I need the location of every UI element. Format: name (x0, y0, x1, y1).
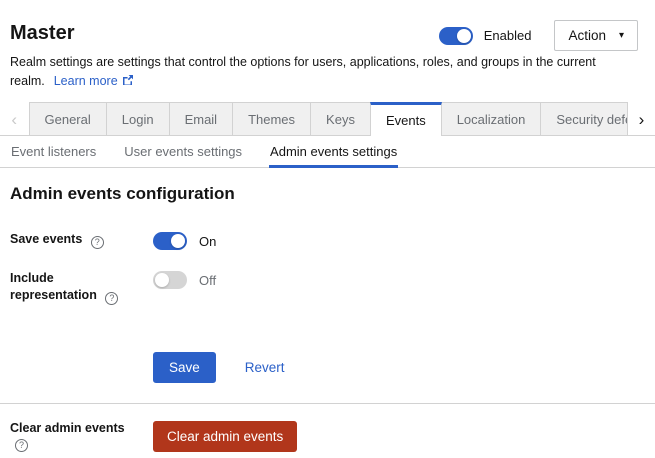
clear-admin-events-label-group: Clear admin events ? (10, 421, 143, 452)
include-representation-toggle[interactable] (153, 271, 187, 289)
external-link-icon (122, 74, 134, 86)
tab-keys[interactable]: Keys (310, 102, 371, 136)
include-representation-label: Include representation (10, 271, 97, 302)
revert-link[interactable]: Revert (245, 360, 285, 375)
section-title: Admin events configuration (10, 183, 639, 205)
tab-label: Themes (248, 112, 295, 127)
form-actions: Save Revert (143, 352, 639, 383)
help-icon[interactable]: ? (105, 292, 118, 305)
tab-label: Security defens (556, 112, 628, 127)
tab-scroll-left-button[interactable]: ‹ (0, 102, 29, 136)
include-representation-row: Include representation ? Off (10, 270, 639, 305)
realm-settings-page: Master Enabled Action ▾ Realm settings a… (0, 0, 655, 458)
realm-description: Realm settings are settings that control… (10, 53, 630, 91)
chevron-left-icon: ‹ (11, 111, 17, 128)
caret-down-icon: ▾ (619, 31, 624, 41)
section-divider (0, 403, 655, 404)
save-button[interactable]: Save (153, 352, 216, 383)
save-events-control: On (153, 231, 216, 250)
tab-label: Localization (457, 112, 526, 127)
help-icon[interactable]: ? (91, 236, 104, 249)
save-events-state: On (199, 234, 216, 249)
subtab-admin-events-settings[interactable]: Admin events settings (269, 136, 398, 168)
include-representation-control: Off (153, 270, 216, 289)
tab-login[interactable]: Login (106, 102, 170, 136)
include-representation-state: Off (199, 273, 216, 288)
subtab-user-events-settings[interactable]: User events settings (123, 136, 243, 168)
tab-events[interactable]: Events (370, 102, 442, 136)
toggle-knob (457, 29, 471, 43)
learn-more-label: Learn more (54, 74, 118, 88)
tab-label: Login (122, 112, 154, 127)
subtab-label: User events settings (124, 144, 242, 159)
action-dropdown-button[interactable]: Action ▾ (554, 20, 638, 51)
realm-enabled-toggle[interactable] (439, 27, 473, 45)
subtab-label: Event listeners (11, 144, 96, 159)
chevron-right-icon: › (639, 111, 645, 128)
tab-themes[interactable]: Themes (232, 102, 311, 136)
subtab-event-listeners[interactable]: Event listeners (10, 136, 97, 168)
tab-general[interactable]: General (29, 102, 107, 136)
events-subtab-bar: Event listeners User events settings Adm… (0, 136, 655, 168)
help-icon[interactable]: ? (15, 439, 28, 452)
page-header: Master Enabled Action ▾ Realm settings a… (0, 0, 655, 91)
tab-label: General (45, 112, 91, 127)
save-events-toggle[interactable] (153, 232, 187, 250)
admin-events-form: Save events ? On Include representation … (10, 231, 639, 383)
tab-security-defenses[interactable]: Security defens (540, 102, 628, 136)
save-events-row: Save events ? On (10, 231, 639, 250)
subtab-label: Admin events settings (270, 144, 397, 159)
tab-label: Email (185, 112, 218, 127)
toggle-knob (155, 273, 169, 287)
admin-events-panel: Admin events configuration Save events ?… (0, 183, 655, 452)
header-controls: Enabled Action ▾ (439, 20, 638, 51)
tab-localization[interactable]: Localization (441, 102, 542, 136)
save-events-label-group: Save events ? (10, 231, 143, 249)
enabled-label: Enabled (484, 28, 532, 43)
tab-label: Keys (326, 112, 355, 127)
tab-label: Events (386, 113, 426, 128)
action-dropdown-label: Action (568, 28, 606, 43)
include-representation-label-group: Include representation ? (10, 270, 143, 305)
tab-email[interactable]: Email (169, 102, 234, 136)
toggle-knob (171, 234, 185, 248)
save-events-label: Save events (10, 232, 82, 246)
clear-admin-events-label: Clear admin events (10, 421, 125, 435)
clear-admin-events-row: Clear admin events ? Clear admin events (10, 421, 639, 452)
tab-scroll-right-button[interactable]: › (628, 102, 655, 136)
clear-admin-events-button[interactable]: Clear admin events (153, 421, 297, 452)
realm-settings-tab-bar: ‹ General Login Email Themes Keys Events… (0, 102, 655, 136)
learn-more-link[interactable]: Learn more (54, 74, 134, 88)
